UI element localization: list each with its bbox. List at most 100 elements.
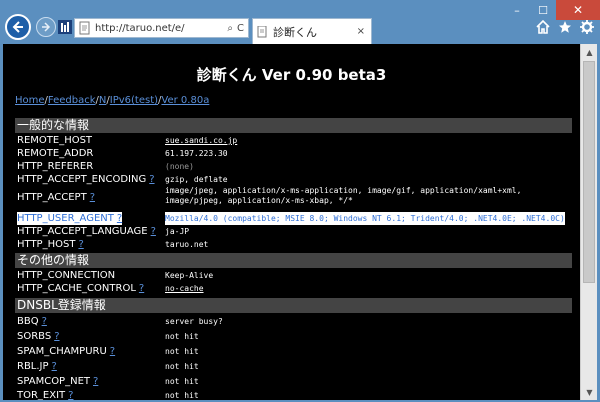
row-value: not hit (165, 332, 199, 341)
row-value: not hit (165, 377, 199, 386)
help-link[interactable]: ? (139, 283, 144, 294)
row-key-label: HTTP_ACCEPT_ENCODING (17, 174, 147, 185)
arrow-right-icon (42, 22, 51, 32)
row-value: gzip, deflate (165, 175, 228, 184)
row-key-label: HTTP_HOST (17, 239, 76, 250)
row-key: REMOTE_HOST (17, 135, 93, 146)
refresh-icon[interactable]: C (237, 23, 244, 34)
maximize-button[interactable]: ☐ (530, 0, 556, 20)
info-row-host: HTTP_HOST? taruo.net (15, 238, 572, 251)
row-key-label: TOR_EXIT (17, 390, 66, 400)
page-title: 診断くん Ver 0.90 beta3 (196, 66, 387, 84)
row-key-label: SORBS (17, 331, 52, 342)
row-value: ja-JP (165, 227, 190, 236)
info-row-sorbs: SORBS? not hit (15, 330, 572, 343)
help-link[interactable]: ? (117, 213, 122, 224)
crumb-home-link[interactable]: Home (15, 95, 45, 106)
close-button[interactable]: ✕ (556, 0, 600, 20)
home-icon[interactable] (536, 20, 550, 34)
row-value: (none) (165, 162, 194, 171)
row-key-label: HTTP_ACCEPT_LANGUAGE (17, 226, 148, 237)
forward-button[interactable] (36, 17, 56, 37)
info-row-user-agent[interactable]: HTTP_USER_AGENT? Mozilla/4.0 (compatible… (15, 212, 572, 225)
gear-icon[interactable] (580, 20, 594, 34)
row-key: SPAMCOP_NET? (17, 375, 98, 388)
crumb-n-link[interactable]: N (99, 95, 106, 106)
help-link[interactable]: ? (151, 226, 156, 237)
row-key: TOR_EXIT? (17, 389, 73, 400)
vertical-scrollbar[interactable]: ▲ ▼ (580, 44, 597, 400)
scroll-down-icon[interactable]: ▼ (581, 384, 597, 400)
row-key: HTTP_CONNECTION (17, 270, 116, 281)
help-link[interactable]: ? (93, 376, 98, 387)
help-link[interactable]: ? (110, 346, 115, 357)
crumb-ipv6-link[interactable]: IPv6(test) (110, 95, 158, 106)
browser-window: – ☐ ✕ http://taruo.net/e/ ⌕ C 診断くん × 診断く… (0, 0, 600, 402)
row-key-label: RBL.JP (17, 361, 49, 372)
page-content: 診断くん Ver 0.90 beta3 Home/Feedback/N/IPv6… (3, 44, 580, 400)
row-key: SPAM_CHAMPURU? (17, 345, 115, 358)
row-key: HTTP_ACCEPT_ENCODING? (17, 173, 155, 186)
title-bar: – ☐ ✕ http://taruo.net/e/ ⌕ C 診断くん × (0, 0, 600, 44)
breadcrumb: Home/Feedback/N/IPv6(test)/Ver 0.80a (15, 95, 210, 106)
info-row-accept-language: HTTP_ACCEPT_LANGUAGE? ja-JP (15, 225, 572, 238)
row-key: RBL.JP? (17, 360, 57, 373)
minimize-button[interactable]: – (504, 0, 530, 20)
tab-label: 診断くん (273, 25, 317, 39)
crumb-feedback-link[interactable]: Feedback (48, 95, 96, 106)
row-value: sue.sandi.co.jp (165, 136, 238, 145)
search-icon[interactable]: ⌕ (227, 23, 233, 34)
scroll-thumb[interactable] (583, 61, 595, 283)
favorites-star-icon[interactable] (558, 20, 572, 34)
tab-close-button[interactable]: × (357, 26, 371, 37)
row-value: no-cache (165, 284, 204, 293)
row-key: SORBS? (17, 330, 60, 343)
info-row-accept-encoding: HTTP_ACCEPT_ENCODING? gzip, deflate (15, 173, 572, 186)
row-key: HTTP_USER_AGENT? (17, 212, 123, 225)
info-row-spam-champuru: SPAM_CHAMPURU? not hit (15, 345, 572, 358)
info-row-accept: HTTP_ACCEPT? image/jpeg, application/x-m… (15, 186, 572, 208)
row-key: HTTP_CACHE_CONTROL? (17, 282, 144, 295)
help-link[interactable]: ? (78, 239, 83, 250)
info-row-spamcop: SPAMCOP_NET? not hit (15, 375, 572, 388)
row-key: HTTP_HOST? (17, 238, 84, 251)
row-key: HTTP_ACCEPT_LANGUAGE? (17, 225, 156, 238)
row-key-label: HTTP_CACHE_CONTROL (17, 283, 136, 294)
info-row-remote-addr: REMOTE_ADDR 61.197.223.30 (15, 147, 572, 160)
crumb-version-link[interactable]: Ver 0.80a (161, 95, 209, 106)
tab-favicon-icon (257, 25, 267, 37)
help-link[interactable]: ? (52, 361, 57, 372)
row-value: image/jpeg, application/x-ms-application… (165, 186, 522, 205)
tab-active[interactable]: 診断くん × (252, 18, 372, 44)
info-row-remote-host: REMOTE_HOST sue.sandi.co.jp (15, 134, 572, 147)
row-value: Keep-Alive (165, 271, 214, 280)
info-row-connection: HTTP_CONNECTION Keep-Alive (15, 269, 572, 282)
info-row-bbq: BBQ? server busy? (15, 315, 572, 328)
row-key-label: SPAMCOP_NET (17, 376, 90, 387)
row-value: not hit (165, 347, 199, 356)
address-bar[interactable]: http://taruo.net/e/ ⌕ C (74, 18, 249, 38)
row-key-label: BBQ (17, 316, 39, 327)
help-link[interactable]: ? (42, 316, 47, 327)
page-viewport[interactable]: 診断くん Ver 0.90 beta3 Home/Feedback/N/IPv6… (3, 44, 597, 400)
help-link[interactable]: ? (90, 192, 95, 203)
address-text[interactable]: http://taruo.net/e/ (95, 23, 227, 34)
section-general-header: 一般的な情報 (15, 118, 572, 133)
help-link[interactable]: ? (68, 390, 73, 400)
info-row-rbl-jp: RBL.JP? not hit (15, 360, 572, 373)
row-key-label: HTTP_USER_AGENT (17, 213, 114, 224)
row-key-label: SPAM_CHAMPURU (17, 346, 107, 357)
row-key: HTTP_REFERER (17, 161, 94, 172)
section-other-header: その他の情報 (15, 253, 572, 268)
row-value: server busy? (165, 317, 223, 326)
site-icon (58, 19, 72, 34)
help-link[interactable]: ? (54, 331, 59, 342)
row-value: 61.197.223.30 (165, 149, 228, 158)
row-value: not hit (165, 362, 199, 371)
help-link[interactable]: ? (149, 174, 154, 185)
row-key: HTTP_ACCEPT? (17, 191, 95, 204)
info-row-tor-exit: TOR_EXIT? not hit (15, 389, 572, 400)
toolbar-icons (536, 20, 594, 34)
back-button[interactable] (5, 14, 31, 40)
scroll-up-icon[interactable]: ▲ (581, 44, 597, 60)
